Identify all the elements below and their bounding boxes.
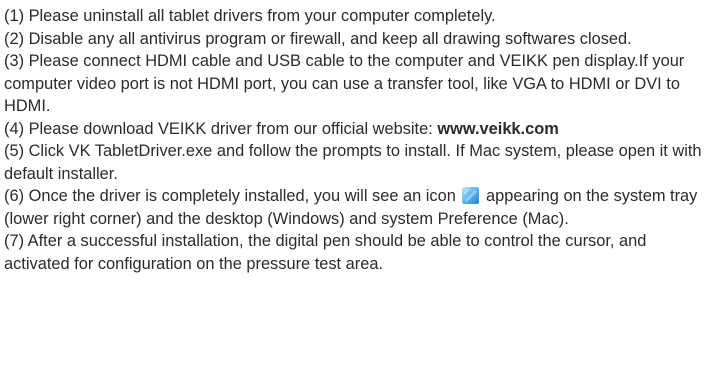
step-6: (6) Once the driver is completely instal… <box>4 185 713 230</box>
step-7: (7) After a successful installation, the… <box>4 232 647 273</box>
instructions-document: (1) Please uninstall all tablet drivers … <box>0 0 715 371</box>
website-link[interactable]: www.veikk.com <box>437 120 558 138</box>
step-3: (3) Please connect HDMI cable and USB ca… <box>4 52 685 115</box>
step-6-text-before: (6) Once the driver is completely instal… <box>4 187 456 205</box>
step-5: (5) Click VK TabletDriver.exe and follow… <box>4 142 702 183</box>
step-4: (4) Please download VEIKK driver from ou… <box>4 118 713 141</box>
step-1: (1) Please uninstall all tablet drivers … <box>4 7 496 25</box>
step-4-text: (4) Please download VEIKK driver from ou… <box>4 119 438 138</box>
veikk-driver-tray-icon <box>462 187 480 204</box>
step-2: (2) Disable any all antivirus program or… <box>4 29 632 48</box>
